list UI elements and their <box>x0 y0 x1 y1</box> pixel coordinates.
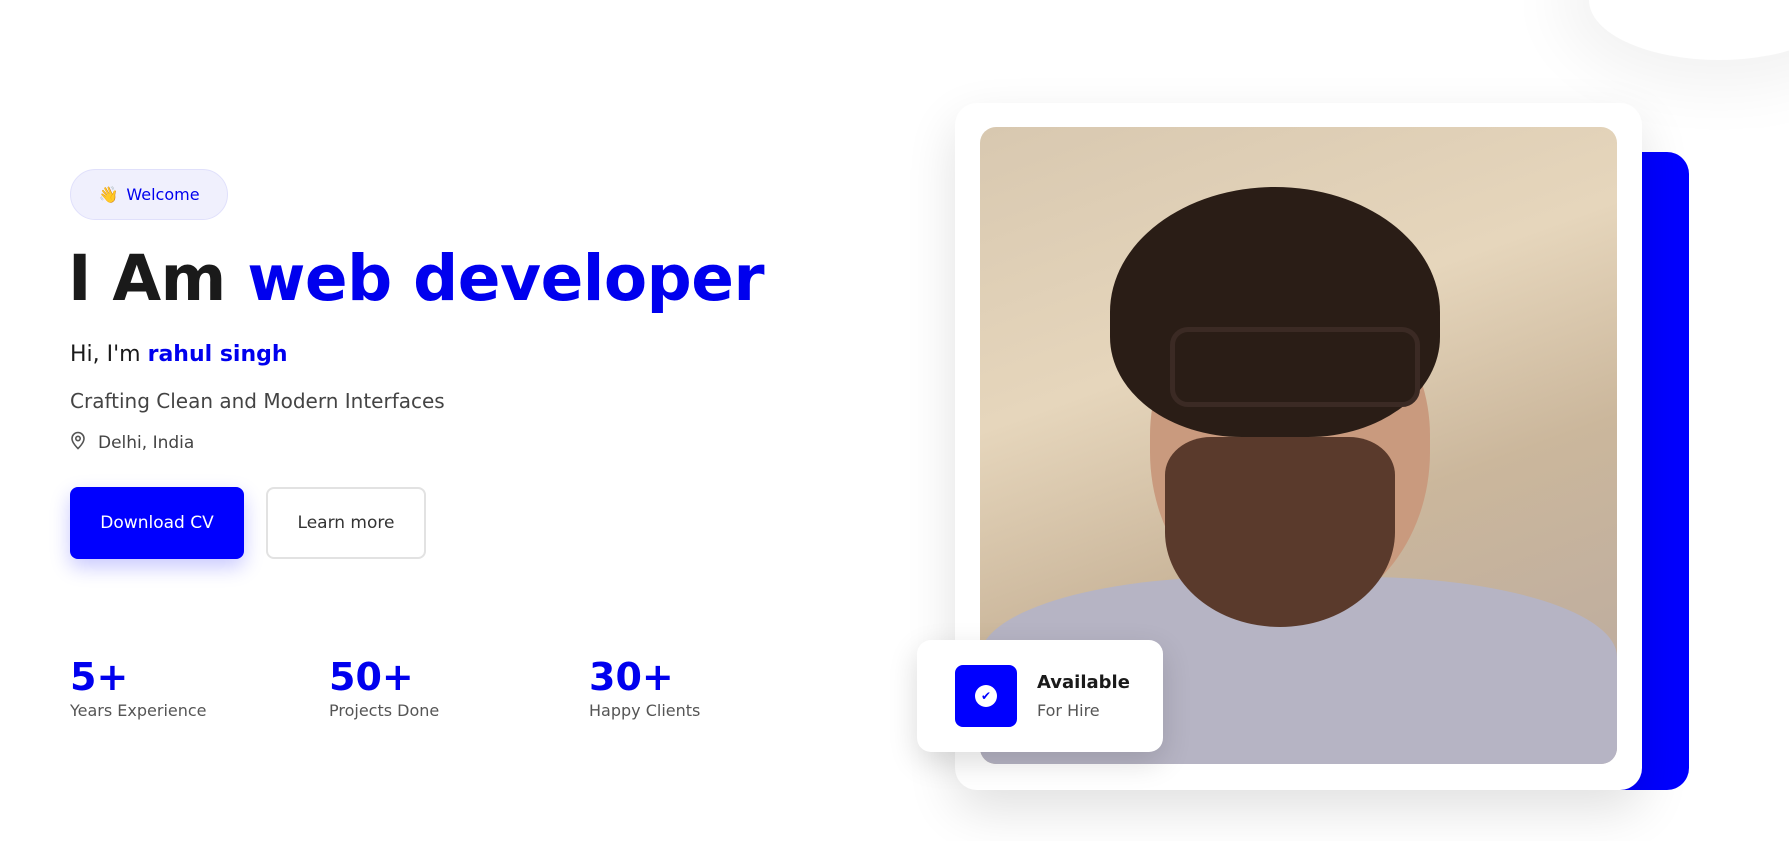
hero-heading: I Am web developer <box>68 242 765 315</box>
heading-accent: web developer <box>247 242 765 315</box>
stat-clients: 30+ Happy Clients <box>589 655 700 720</box>
welcome-badge: 👋 Welcome <box>70 169 228 220</box>
location-text: Delhi, India <box>98 433 195 453</box>
welcome-label: Welcome <box>126 185 200 204</box>
learn-more-button[interactable]: Learn more <box>266 487 426 559</box>
availability-title: Available <box>1037 672 1130 693</box>
stat-value: 30+ <box>589 655 674 699</box>
greeting: Hi, I'm rahul singh <box>70 342 288 367</box>
stat-value: 5+ <box>70 655 129 699</box>
stat-value: 50+ <box>329 655 414 699</box>
stat-experience: 5+ Years Experience <box>70 655 207 720</box>
person-name: rahul singh <box>147 342 288 367</box>
check-circle-icon: ✔ <box>955 665 1017 727</box>
location: Delhi, India <box>70 431 194 455</box>
photo-glasses <box>1170 327 1420 407</box>
stat-projects: 50+ Projects Done <box>329 655 439 720</box>
greeting-prefix: Hi, I'm <box>70 342 141 367</box>
map-pin-icon <box>70 431 86 455</box>
photo-beard <box>1165 437 1395 627</box>
availability-card: ✔ Available For Hire <box>917 640 1163 752</box>
corner-shadow <box>1589 0 1789 60</box>
availability-subtitle: For Hire <box>1037 701 1100 720</box>
waving-hand-icon: 👋 <box>98 185 119 204</box>
download-cv-button[interactable]: Download CV <box>70 487 244 559</box>
heading-prefix: I Am <box>68 242 226 315</box>
stat-label: Happy Clients <box>589 701 701 720</box>
tagline: Crafting Clean and Modern Interfaces <box>70 389 445 413</box>
stat-label: Projects Done <box>329 701 440 720</box>
stat-label: Years Experience <box>70 701 207 720</box>
